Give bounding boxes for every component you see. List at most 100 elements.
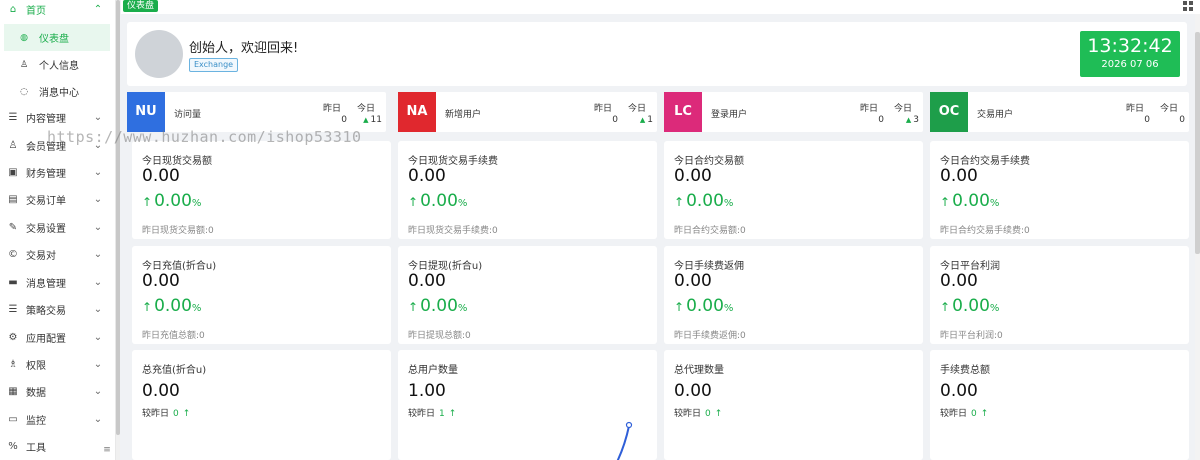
arrow-up-icon: ↑ [714, 409, 723, 419]
arrow-up-icon: ↑ [674, 195, 685, 209]
home-icon: ⌂ [9, 4, 17, 15]
sidebar-item-12[interactable]: ▭ 监控 ⌄ [0, 406, 116, 433]
stat-today: ▲ 1 [624, 115, 653, 125]
collapse-menu-icon[interactable]: ≡ [101, 444, 113, 456]
sidebar-item-label: 权限 [26, 361, 46, 372]
stat-today-value: 0 [1179, 115, 1185, 125]
stat-card: NU 访问量 昨日 0 今日 ▲ 11 [127, 92, 386, 132]
sidebar-item-7[interactable]: ▬ 消息管理 ⌄ [0, 269, 116, 296]
sidebar-item-label: 消息管理 [26, 279, 66, 290]
avatar[interactable] [135, 30, 183, 78]
message-icon: ▬ [8, 277, 18, 288]
permission-icon: ♗ [8, 359, 18, 370]
sidebar-item-11[interactable]: ▦ 数据 ⌄ [0, 378, 116, 405]
data-icon: ▦ [8, 386, 18, 397]
dashboard-icon: ◍ [20, 32, 28, 43]
sidebar-item-4[interactable]: ▤ 交易订单 ⌄ [0, 186, 116, 213]
metric-change-value: 0.00 [420, 191, 458, 211]
tab-dashboard[interactable]: 仪表盘 [123, 0, 159, 12]
metric-change-unit: % [191, 303, 202, 314]
metric-yesterday: 昨日提现总额:0 [408, 331, 471, 341]
metric-change: ↑ 0.00% [408, 296, 467, 316]
arrow-up-icon: ↑ [408, 300, 419, 314]
metric-yesterday: 昨日现货交易额:0 [142, 226, 214, 236]
arrow-up-icon: ↑ [408, 195, 419, 209]
metric-card: 今日手续费返佣 0.00 ↑ 0.00% 昨日手续费返佣:0 [664, 246, 923, 344]
sidebar-item-label: 工具 [26, 443, 46, 454]
arrow-up-icon: ↑ [182, 409, 191, 419]
metric-value: 0.00 [674, 271, 712, 291]
sidebar-item-10[interactable]: ♗ 权限 ⌄ [0, 351, 116, 378]
metric-card: 今日平台利润 0.00 ↑ 0.00% 昨日平台利润:0 [930, 246, 1189, 344]
sidebar-item-label: 财务管理 [26, 169, 66, 180]
sidebar-item-13[interactable]: % 工具 [0, 433, 116, 460]
stat-code-badge: OC [930, 92, 968, 132]
stat-card: OC 交易用户 昨日 0 今日 0 [930, 92, 1189, 132]
total-compare: 较昨日 0 ↑ [142, 406, 190, 419]
sidebar-item-3[interactable]: ▣ 财务管理 ⌄ [0, 159, 116, 186]
metric-title: 今日提现(折合u) [408, 261, 483, 272]
sidebar-item-label: 交易设置 [26, 224, 66, 235]
sidebar-subitem-label: 仪表盘 [39, 34, 69, 45]
sidebar-subitem-label: 消息中心 [39, 88, 79, 99]
main-scrollbar-thumb[interactable] [1195, 32, 1200, 254]
stat-yesterday-label: 昨日 [1126, 104, 1145, 114]
clock-panel: 13:32:42 2026 07 06 [1080, 31, 1180, 77]
chevron-down-icon: ⌄ [93, 167, 103, 178]
up-triangle-icon: ▲ [639, 116, 646, 124]
up-triangle-icon: ▲ [363, 116, 369, 124]
menu-icon: ☰ [8, 304, 18, 315]
sidebar-scrollbar[interactable] [116, 0, 120, 460]
metric-change-value: 0.00 [154, 191, 192, 211]
sidebar-subitem-1[interactable]: ♙ 个人信息 [0, 51, 116, 78]
stat-today: ▲ 11 [353, 115, 382, 125]
total-value: 0.00 [142, 381, 180, 401]
total-card: 总充值(折合u) 0.00 较昨日 0 ↑ [132, 350, 391, 460]
stat-today-value: 1 [647, 115, 653, 125]
metric-yesterday: 昨日现货交易手续费:0 [408, 226, 498, 236]
sidebar-item-1[interactable]: ☰ 内容管理 ⌄ [0, 104, 116, 131]
finance-icon: ▣ [8, 167, 18, 178]
stat-name: 访问量 [174, 110, 202, 120]
total-value: 0.00 [940, 381, 978, 401]
metric-change-unit: % [457, 303, 468, 314]
metric-change-unit: % [191, 198, 202, 209]
total-card: 总代理数量 0.00 较昨日 0 ↑ [664, 350, 923, 460]
main-scrollbar[interactable] [1195, 14, 1200, 460]
sidebar-item-label: 应用配置 [26, 334, 66, 345]
sidebar-item-0[interactable]: ⌂ 首页 ⌃ [0, 0, 116, 23]
metric-card: 今日现货交易额 0.00 ↑ 0.00% 昨日现货交易额:0 [132, 141, 391, 239]
total-title: 总代理数量 [674, 365, 724, 376]
sidebar-item-8[interactable]: ☰ 策略交易 ⌄ [0, 296, 116, 323]
arrow-up-icon: ↑ [980, 409, 989, 419]
sidebar-subitem-0[interactable]: ◍ 仪表盘 [4, 24, 110, 51]
tools-icon: % [8, 441, 18, 452]
stat-yesterday-label: 昨日 [594, 104, 613, 114]
sidebar-item-6[interactable]: © 交易对 ⌄ [0, 241, 116, 268]
metric-card: 今日充值(折合u) 0.00 ↑ 0.00% 昨日充值总额:0 [132, 246, 391, 344]
metric-title: 今日充值(折合u) [142, 261, 217, 272]
metric-change: ↑ 0.00% [408, 191, 467, 211]
sidebar: ⌂ 首页 ⌃ ☰ 内容管理 ⌄ ♙ 会员管理 ⌄ ▣ 财务管理 ⌄ ▤ 交易订单 ⌄ ✎ 交易设置 ⌄ © 交易对 ⌄ ▬… [0, 0, 116, 460]
user-trend-line [616, 425, 630, 460]
total-title: 手续费总额 [940, 365, 990, 376]
apps-grid-icon[interactable] [1183, 1, 1193, 11]
arrow-up-icon: ↑ [674, 300, 685, 314]
up-triangle-icon: ▲ [905, 116, 912, 124]
metric-change-value: 0.00 [686, 296, 724, 316]
watermark-text: https://www.huzhan.com/ishop53310 [47, 128, 362, 146]
sidebar-scrollbar-thumb[interactable] [116, 0, 120, 435]
sidebar-item-5[interactable]: ✎ 交易设置 ⌄ [0, 214, 116, 241]
stat-yesterday-label: 昨日 [323, 104, 342, 114]
metric-yesterday: 昨日手续费返佣:0 [674, 331, 746, 341]
clock-time: 13:32:42 [1087, 35, 1173, 57]
metric-change-value: 0.00 [952, 191, 990, 211]
metric-yesterday: 昨日平台利润:0 [940, 331, 1003, 341]
total-compare: 较昨日 0 ↑ [674, 406, 722, 419]
sidebar-item-label: 首页 [26, 6, 46, 17]
sidebar-item-label: 策略交易 [26, 306, 66, 317]
sidebar-item-9[interactable]: ⚙ 应用配置 ⌄ [0, 324, 116, 351]
sidebar-subitem-2[interactable]: ◌ 消息中心 [0, 78, 116, 105]
order-icon: ▤ [8, 194, 18, 205]
metric-change: ↑ 0.00% [142, 191, 201, 211]
